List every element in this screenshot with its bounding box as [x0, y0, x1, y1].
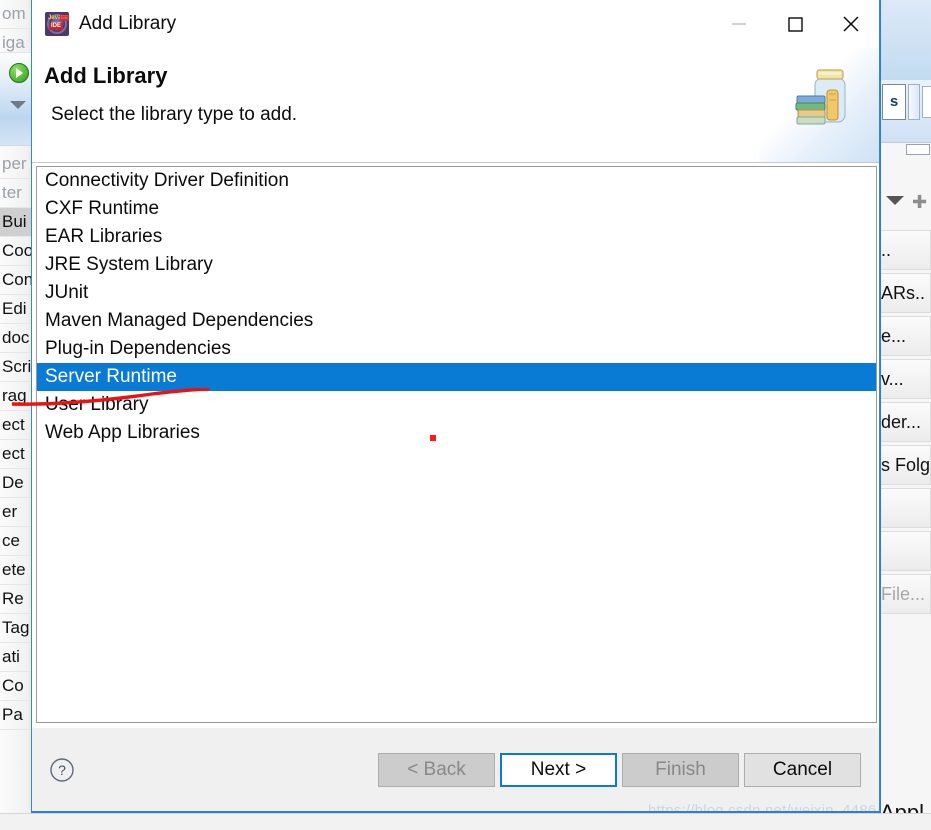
bg-right-item: e...	[880, 316, 931, 356]
chevron-down-icon	[886, 196, 904, 205]
close-button[interactable]	[823, 0, 879, 48]
background-right-panel: s ✚ .. ARs.. e... v... der... s Folg Fil…	[880, 0, 931, 830]
list-item[interactable]: Plug-in Dependencies	[37, 335, 876, 363]
cancel-button[interactable]: Cancel	[744, 753, 861, 787]
minimize-button[interactable]	[711, 0, 767, 48]
bg-right-widget	[922, 86, 931, 118]
dialog-button-row: < Back Next > Finish Cancel	[378, 753, 861, 787]
list-item[interactable]: Connectivity Driver Definition	[37, 167, 876, 195]
bg-right-item	[880, 488, 931, 528]
red-dot-annotation	[430, 435, 436, 441]
library-jar-books-icon	[795, 69, 846, 125]
bg-right-item: File...	[880, 574, 931, 614]
screenshot-root: om iga per ter Bui Coo Con Edi doc Scri …	[0, 0, 931, 830]
background-status-strip: ❯	[0, 813, 931, 830]
library-type-list[interactable]: Connectivity Driver Definition CXF Runti…	[36, 166, 877, 723]
wizard-banner: Add Library Select the library type to a…	[32, 48, 879, 163]
run-icon	[9, 63, 29, 83]
list-item[interactable]: JUnit	[37, 279, 876, 307]
bg-right-item: der...	[880, 402, 931, 442]
bg-right-widget	[908, 84, 920, 120]
bg-right-item: ARs..	[880, 273, 931, 313]
list-item[interactable]: Maven Managed Dependencies	[37, 307, 876, 335]
close-icon	[843, 16, 859, 32]
chevron-down-icon	[10, 101, 26, 109]
list-item-selected[interactable]: Server Runtime	[37, 363, 876, 391]
help-button[interactable]: ?	[49, 757, 75, 783]
help-question-icon: ?	[50, 758, 74, 782]
dialog-title: Add Library	[79, 13, 177, 34]
list-item[interactable]: Web App Libraries	[37, 419, 876, 447]
eclipse-javaee-icon: Java EE IDE	[45, 12, 69, 36]
list-item[interactable]: CXF Runtime	[37, 195, 876, 223]
add-library-dialog: Java EE IDE Add Library Add Library Sele…	[31, 0, 880, 812]
finish-button[interactable]: Finish	[622, 753, 739, 787]
bg-right-small-button	[906, 144, 930, 155]
list-item[interactable]: EAR Libraries	[37, 223, 876, 251]
page-subtitle: Select the library type to add.	[51, 104, 298, 125]
page-title: Add Library	[44, 63, 168, 88]
list-item[interactable]: User Library	[37, 391, 876, 419]
maximize-icon	[788, 17, 803, 32]
dialog-titlebar[interactable]: Java EE IDE Add Library	[32, 0, 879, 49]
bg-right-item: s Folg	[880, 445, 931, 485]
bg-right-item: ..	[880, 230, 931, 270]
minimize-icon	[732, 23, 746, 25]
maximize-button[interactable]	[767, 0, 823, 48]
window-controls	[711, 0, 879, 48]
background-right-gradient	[880, 0, 931, 80]
background-button-list: .. ARs.. e... v... der... s Folg File...	[880, 230, 931, 617]
bg-right-item	[880, 531, 931, 571]
back-button[interactable]: < Back	[378, 753, 495, 787]
bg-right-item: v...	[880, 359, 931, 399]
banner-artwork	[759, 48, 879, 162]
plus-icon: ✚	[912, 192, 928, 212]
svg-text:?: ?	[58, 762, 66, 778]
next-button[interactable]: Next >	[500, 753, 617, 787]
bg-right-corner-label: s	[882, 84, 906, 120]
list-item[interactable]: JRE System Library	[37, 251, 876, 279]
